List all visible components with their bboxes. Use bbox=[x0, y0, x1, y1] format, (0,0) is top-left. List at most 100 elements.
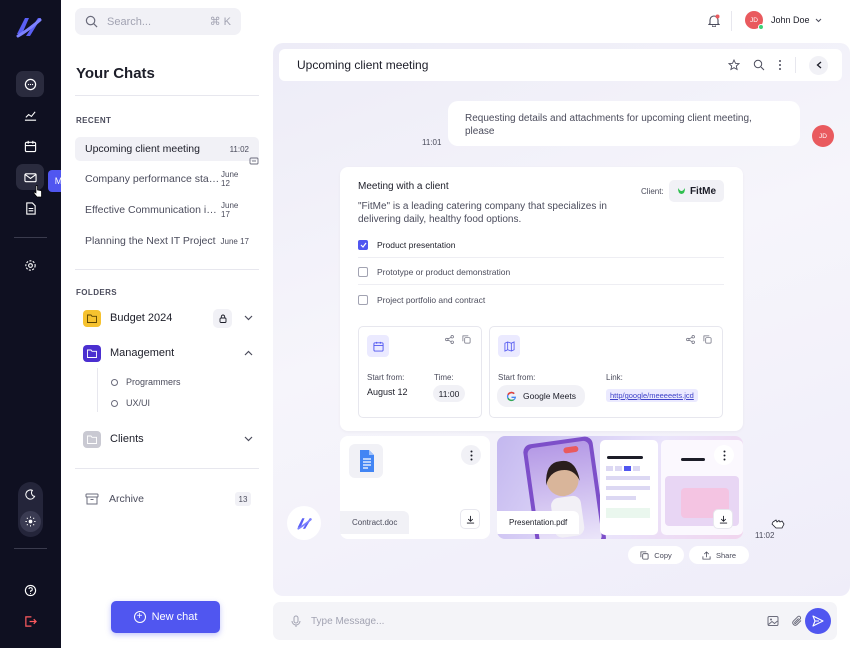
conversation-panel: Upcoming client meeting Requesting detai… bbox=[273, 43, 850, 596]
divider bbox=[75, 95, 259, 96]
chat-item-date: June 17 bbox=[220, 236, 249, 246]
attachment-name: Presentation.pdf bbox=[497, 511, 580, 534]
star-icon[interactable] bbox=[728, 59, 740, 71]
settings-nav-button[interactable] bbox=[16, 252, 44, 278]
calendar-nav-button[interactable] bbox=[16, 133, 44, 159]
paperclip-icon[interactable] bbox=[791, 615, 803, 627]
analytics-nav-button[interactable] bbox=[16, 102, 44, 128]
download-icon[interactable] bbox=[713, 509, 733, 529]
logout-nav-button[interactable] bbox=[16, 608, 44, 634]
task-label: Product presentation bbox=[377, 239, 456, 250]
dark-mode-toggle[interactable] bbox=[20, 484, 41, 505]
calendar-icon bbox=[24, 140, 36, 152]
start-label: Start from: bbox=[498, 373, 536, 382]
copy-button[interactable]: Copy bbox=[628, 546, 684, 564]
copy-icon bbox=[640, 550, 649, 560]
meeting-link[interactable]: http/google/meeeeets.jcd bbox=[606, 389, 698, 402]
message-time: 11:02 bbox=[755, 531, 775, 540]
more-vertical-icon[interactable] bbox=[778, 59, 782, 71]
mail-icon bbox=[23, 172, 37, 182]
assistant-avatar bbox=[287, 506, 321, 540]
start-date: August 12 bbox=[367, 387, 408, 397]
theme-switcher[interactable] bbox=[18, 482, 43, 537]
user-name: John Doe bbox=[771, 15, 810, 25]
conversation-title: Upcoming client meeting bbox=[297, 58, 429, 72]
divider bbox=[731, 11, 732, 31]
more-vertical-icon[interactable] bbox=[461, 445, 481, 465]
icon-rail: Mail bbox=[0, 0, 78, 648]
card-title: Meeting with a client bbox=[358, 181, 449, 192]
chevron-left-icon bbox=[816, 61, 821, 69]
task-label: Project portfolio and contract bbox=[377, 295, 486, 305]
microphone-icon[interactable] bbox=[291, 615, 301, 628]
copy-icon[interactable] bbox=[703, 335, 712, 344]
chat-item[interactable]: Effective Communication in V... June 17 bbox=[75, 198, 259, 222]
help-nav-button[interactable] bbox=[16, 577, 44, 603]
light-mode-toggle[interactable] bbox=[20, 511, 41, 532]
logo-icon[interactable] bbox=[14, 14, 42, 40]
plus-icon: + bbox=[133, 611, 146, 623]
subfolder-ux-ui[interactable]: UX/UI bbox=[111, 398, 150, 408]
archive-label: Archive bbox=[109, 493, 145, 505]
online-indicator bbox=[758, 24, 764, 30]
image-icon[interactable] bbox=[767, 615, 779, 627]
more-vertical-icon[interactable] bbox=[714, 445, 734, 465]
folder-name: Clients bbox=[110, 433, 144, 445]
client-badge: FitMe bbox=[669, 180, 724, 202]
attachment-name: Contract.doc bbox=[340, 511, 410, 534]
user-message: Requesting details and attachments for u… bbox=[448, 101, 800, 146]
subfolder-programmers[interactable]: Programmers bbox=[111, 377, 181, 387]
checkbox[interactable] bbox=[358, 266, 368, 277]
message-input[interactable]: Type Message... bbox=[273, 602, 837, 640]
chevron-up-icon[interactable] bbox=[244, 350, 253, 356]
folder-clients[interactable]: Clients bbox=[83, 429, 253, 449]
archive-item[interactable]: Archive 13 bbox=[83, 490, 251, 508]
share-button[interactable]: Share bbox=[689, 546, 749, 564]
lock-icon[interactable] bbox=[213, 308, 232, 328]
google-icon bbox=[506, 391, 517, 401]
folder-budget-2024[interactable]: Budget 2024 bbox=[83, 308, 253, 328]
back-button[interactable] bbox=[809, 55, 828, 75]
user-menu[interactable]: JD John Doe bbox=[745, 11, 822, 30]
search-placeholder: Search... bbox=[107, 15, 152, 28]
card-description: "FitMe" is a leading catering company th… bbox=[358, 201, 607, 225]
moon-icon bbox=[25, 489, 36, 500]
chat-item[interactable]: Upcoming client meeting 11:02 bbox=[75, 137, 259, 161]
download-icon[interactable] bbox=[460, 509, 480, 529]
logout-icon bbox=[24, 615, 37, 627]
folder-management[interactable]: Management bbox=[83, 343, 253, 363]
task-label: Prototype or product demonstration bbox=[377, 266, 511, 277]
document-nav-button[interactable] bbox=[16, 195, 44, 221]
chevron-down-icon bbox=[815, 18, 821, 22]
conversation-header: Upcoming client meeting bbox=[279, 49, 842, 81]
archive-hover-icon[interactable] bbox=[249, 156, 259, 166]
task-checkbox[interactable]: Project portfolio and contract bbox=[358, 287, 724, 313]
upload-share-icon bbox=[702, 550, 711, 560]
copy-icon[interactable] bbox=[462, 335, 471, 344]
share-icon[interactable] bbox=[445, 335, 454, 344]
google-meets-badge: Google Meets bbox=[497, 385, 585, 407]
share-icon[interactable] bbox=[686, 335, 695, 344]
hand-cursor-icon bbox=[771, 519, 785, 529]
search-icon[interactable] bbox=[753, 59, 765, 71]
new-chat-button[interactable]: + New chat bbox=[111, 601, 220, 633]
checkbox-checked[interactable] bbox=[358, 239, 368, 250]
settings-icon bbox=[24, 259, 36, 271]
attachment-presentation[interactable]: Presentation.pdf bbox=[497, 436, 743, 539]
search-input[interactable]: Search... ⌘ K bbox=[75, 8, 241, 35]
chat-item-date: June 12 bbox=[221, 170, 239, 188]
send-button[interactable] bbox=[805, 608, 831, 634]
chat-nav-button[interactable] bbox=[16, 71, 44, 97]
task-checkbox[interactable]: Product presentation bbox=[358, 232, 724, 258]
task-checkbox[interactable]: Prototype or product demonstration bbox=[358, 259, 724, 285]
time-label: Time: bbox=[434, 373, 454, 382]
chevron-down-icon[interactable] bbox=[244, 315, 253, 321]
chevron-down-icon[interactable] bbox=[244, 436, 253, 442]
subfolder-line bbox=[97, 368, 98, 412]
chat-item[interactable]: Planning the Next IT Project June 17 bbox=[75, 229, 259, 253]
chat-item-name: Upcoming client meeting bbox=[85, 143, 200, 155]
chat-item[interactable]: Company performance statis... June 12 bbox=[75, 167, 259, 191]
bell-icon[interactable] bbox=[708, 14, 720, 27]
checkbox[interactable] bbox=[358, 295, 368, 305]
attachment-contract[interactable]: Contract.doc bbox=[340, 436, 490, 539]
